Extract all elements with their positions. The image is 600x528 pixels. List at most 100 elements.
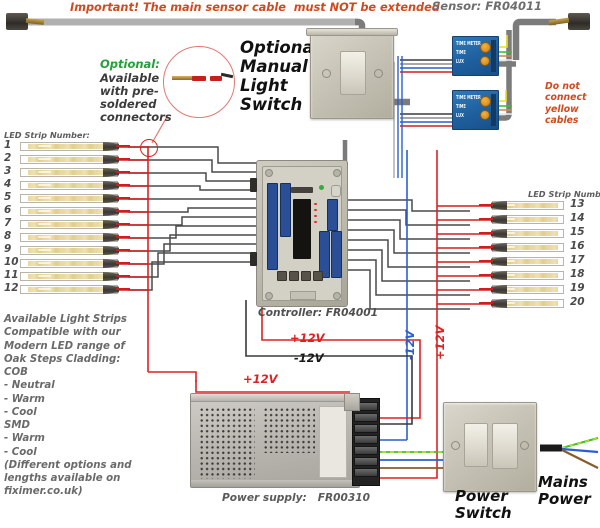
- led-strip-red-lead: [116, 288, 130, 291]
- pir-trimpot-1b: [480, 56, 490, 66]
- psu-adjust-pot: [344, 393, 360, 411]
- controller-right-header-3: [331, 231, 342, 278]
- led-strip-highlight: [37, 222, 52, 225]
- power-switch[interactable]: [443, 402, 537, 492]
- manual-switch-top-edge: [306, 28, 398, 36]
- psu-terminal-3: [354, 424, 378, 433]
- plus12v-top-label: +12V: [290, 331, 325, 345]
- psu-bottom-flange: [191, 480, 359, 487]
- led-strip-red-lead: [116, 249, 130, 252]
- led-strip: 10: [4, 256, 130, 271]
- switch-screw-right: [374, 69, 383, 78]
- sensor-connector-right: [568, 13, 590, 30]
- manual-switch-rocker[interactable]: [340, 51, 366, 95]
- controller-led-3: [314, 215, 317, 217]
- led-strip: 1: [4, 139, 130, 154]
- power-supply-label: Power supply: FR00310: [222, 492, 371, 504]
- pir-header-1: [491, 40, 496, 72]
- psu-terminal-4: [354, 435, 378, 444]
- controller-mcu: [293, 199, 311, 259]
- psu-top-flange: [191, 394, 359, 402]
- magnified-connector-b: [210, 76, 222, 81]
- controller-button-1[interactable]: [277, 271, 287, 281]
- led-strip-number: 7: [4, 217, 12, 229]
- led-strip-red-lead: [116, 223, 130, 226]
- led-strip-number: 9: [4, 243, 12, 255]
- mains-cable: [540, 436, 599, 469]
- led-strip-number: 2: [4, 152, 12, 164]
- psu-terminal-2: [354, 413, 378, 422]
- led-strip-red-lead: [479, 288, 493, 291]
- left-strip-red-stubs: [118, 146, 148, 291]
- plus12v-psu-label: +12V: [243, 372, 278, 386]
- led-strip-red-lead: [116, 262, 130, 265]
- controller-button-3[interactable]: [301, 271, 311, 281]
- psu-terminal-7: [354, 468, 378, 477]
- led-strip-number: 1: [4, 139, 12, 151]
- power-switch-label: Power Switch: [455, 487, 512, 522]
- led-strip-highlight: [37, 287, 52, 290]
- led-strip-red-lead: [116, 275, 130, 278]
- power-switch-screw-right: [520, 441, 529, 450]
- pir-trimpot-1: [480, 42, 491, 53]
- led-strip: 18: [479, 268, 585, 283]
- sensor-trunk: [498, 30, 516, 121]
- right-strip-number-header: LED Strip Number:: [528, 189, 600, 199]
- led-strip-red-lead: [116, 171, 130, 174]
- psu-terminal-6: [354, 457, 378, 466]
- led-strip: 3: [4, 165, 130, 180]
- controller-led-4: [314, 221, 317, 223]
- pir-module-2: TIME METER TIME LUX: [452, 90, 499, 130]
- sensor-label: Sensor: FR04011: [432, 0, 543, 13]
- minus12v-top-label: -12V: [294, 351, 324, 365]
- led-strip-number: 14: [570, 212, 585, 224]
- led-strip: 13: [479, 198, 585, 213]
- led-strip-red-lead: [479, 232, 493, 235]
- power-switch-rocker-1[interactable]: [464, 423, 488, 467]
- led-strip: 19: [479, 282, 585, 297]
- led-strip-highlight: [37, 235, 52, 238]
- psu-terminal-block: [352, 398, 380, 486]
- led-strip-number: 3: [4, 165, 12, 177]
- pir-trimpot-2b: [480, 110, 490, 120]
- controller-screw-tl: [265, 169, 273, 177]
- led-strip-highlight: [37, 274, 52, 277]
- led-strip-highlight: [37, 157, 52, 160]
- led-strip: 9: [4, 243, 130, 258]
- led-strip-red-lead: [116, 197, 130, 200]
- controller-left-header: [267, 183, 278, 270]
- psu-vents-right: [263, 407, 315, 453]
- controller-button-2[interactable]: [289, 271, 299, 281]
- power-switch-rocker-2[interactable]: [492, 423, 518, 469]
- led-strip-number: 10: [4, 256, 19, 268]
- minus12v-vertical-label: -12V: [403, 330, 417, 360]
- sensor-connector-left: [6, 13, 28, 30]
- controller-button-4[interactable]: [313, 271, 323, 281]
- controller-screw-bl: [265, 292, 273, 300]
- pir-trimpot-2: [480, 96, 491, 107]
- pir-input-bus: [400, 59, 452, 127]
- left-strip-number-header: LED Strip Number:: [4, 130, 90, 140]
- led-strip-number: 16: [570, 240, 585, 252]
- led-strip: 15: [479, 226, 585, 241]
- magnifier-circle: [163, 46, 235, 118]
- manual-light-switch[interactable]: [310, 32, 394, 119]
- plus12v-vertical-label: +12V: [433, 325, 447, 360]
- led-strip-red-lead: [116, 210, 130, 213]
- led-strip: 7: [4, 217, 130, 232]
- led-strip-number: 12: [4, 282, 19, 294]
- wiring-diagram: Important! The main sensor cable must NO…: [0, 0, 600, 528]
- optional-callout-heading: Optional:: [100, 57, 160, 71]
- led-strip-highlight: [37, 261, 52, 264]
- controller-socket: [291, 187, 313, 193]
- led-strip-number: 15: [570, 226, 585, 238]
- led-strip: 11: [4, 269, 130, 284]
- led-strip-red-lead: [116, 158, 130, 161]
- controller-capacitor: [331, 185, 341, 197]
- led-strip: 12: [4, 282, 130, 297]
- switch-screw-left: [322, 69, 331, 78]
- led-strip: 20: [479, 296, 585, 311]
- controller-nameplate: [290, 291, 316, 300]
- pir-module-1: TIME METER TIME LUX: [452, 36, 499, 76]
- power-switch-screw-left: [451, 441, 460, 450]
